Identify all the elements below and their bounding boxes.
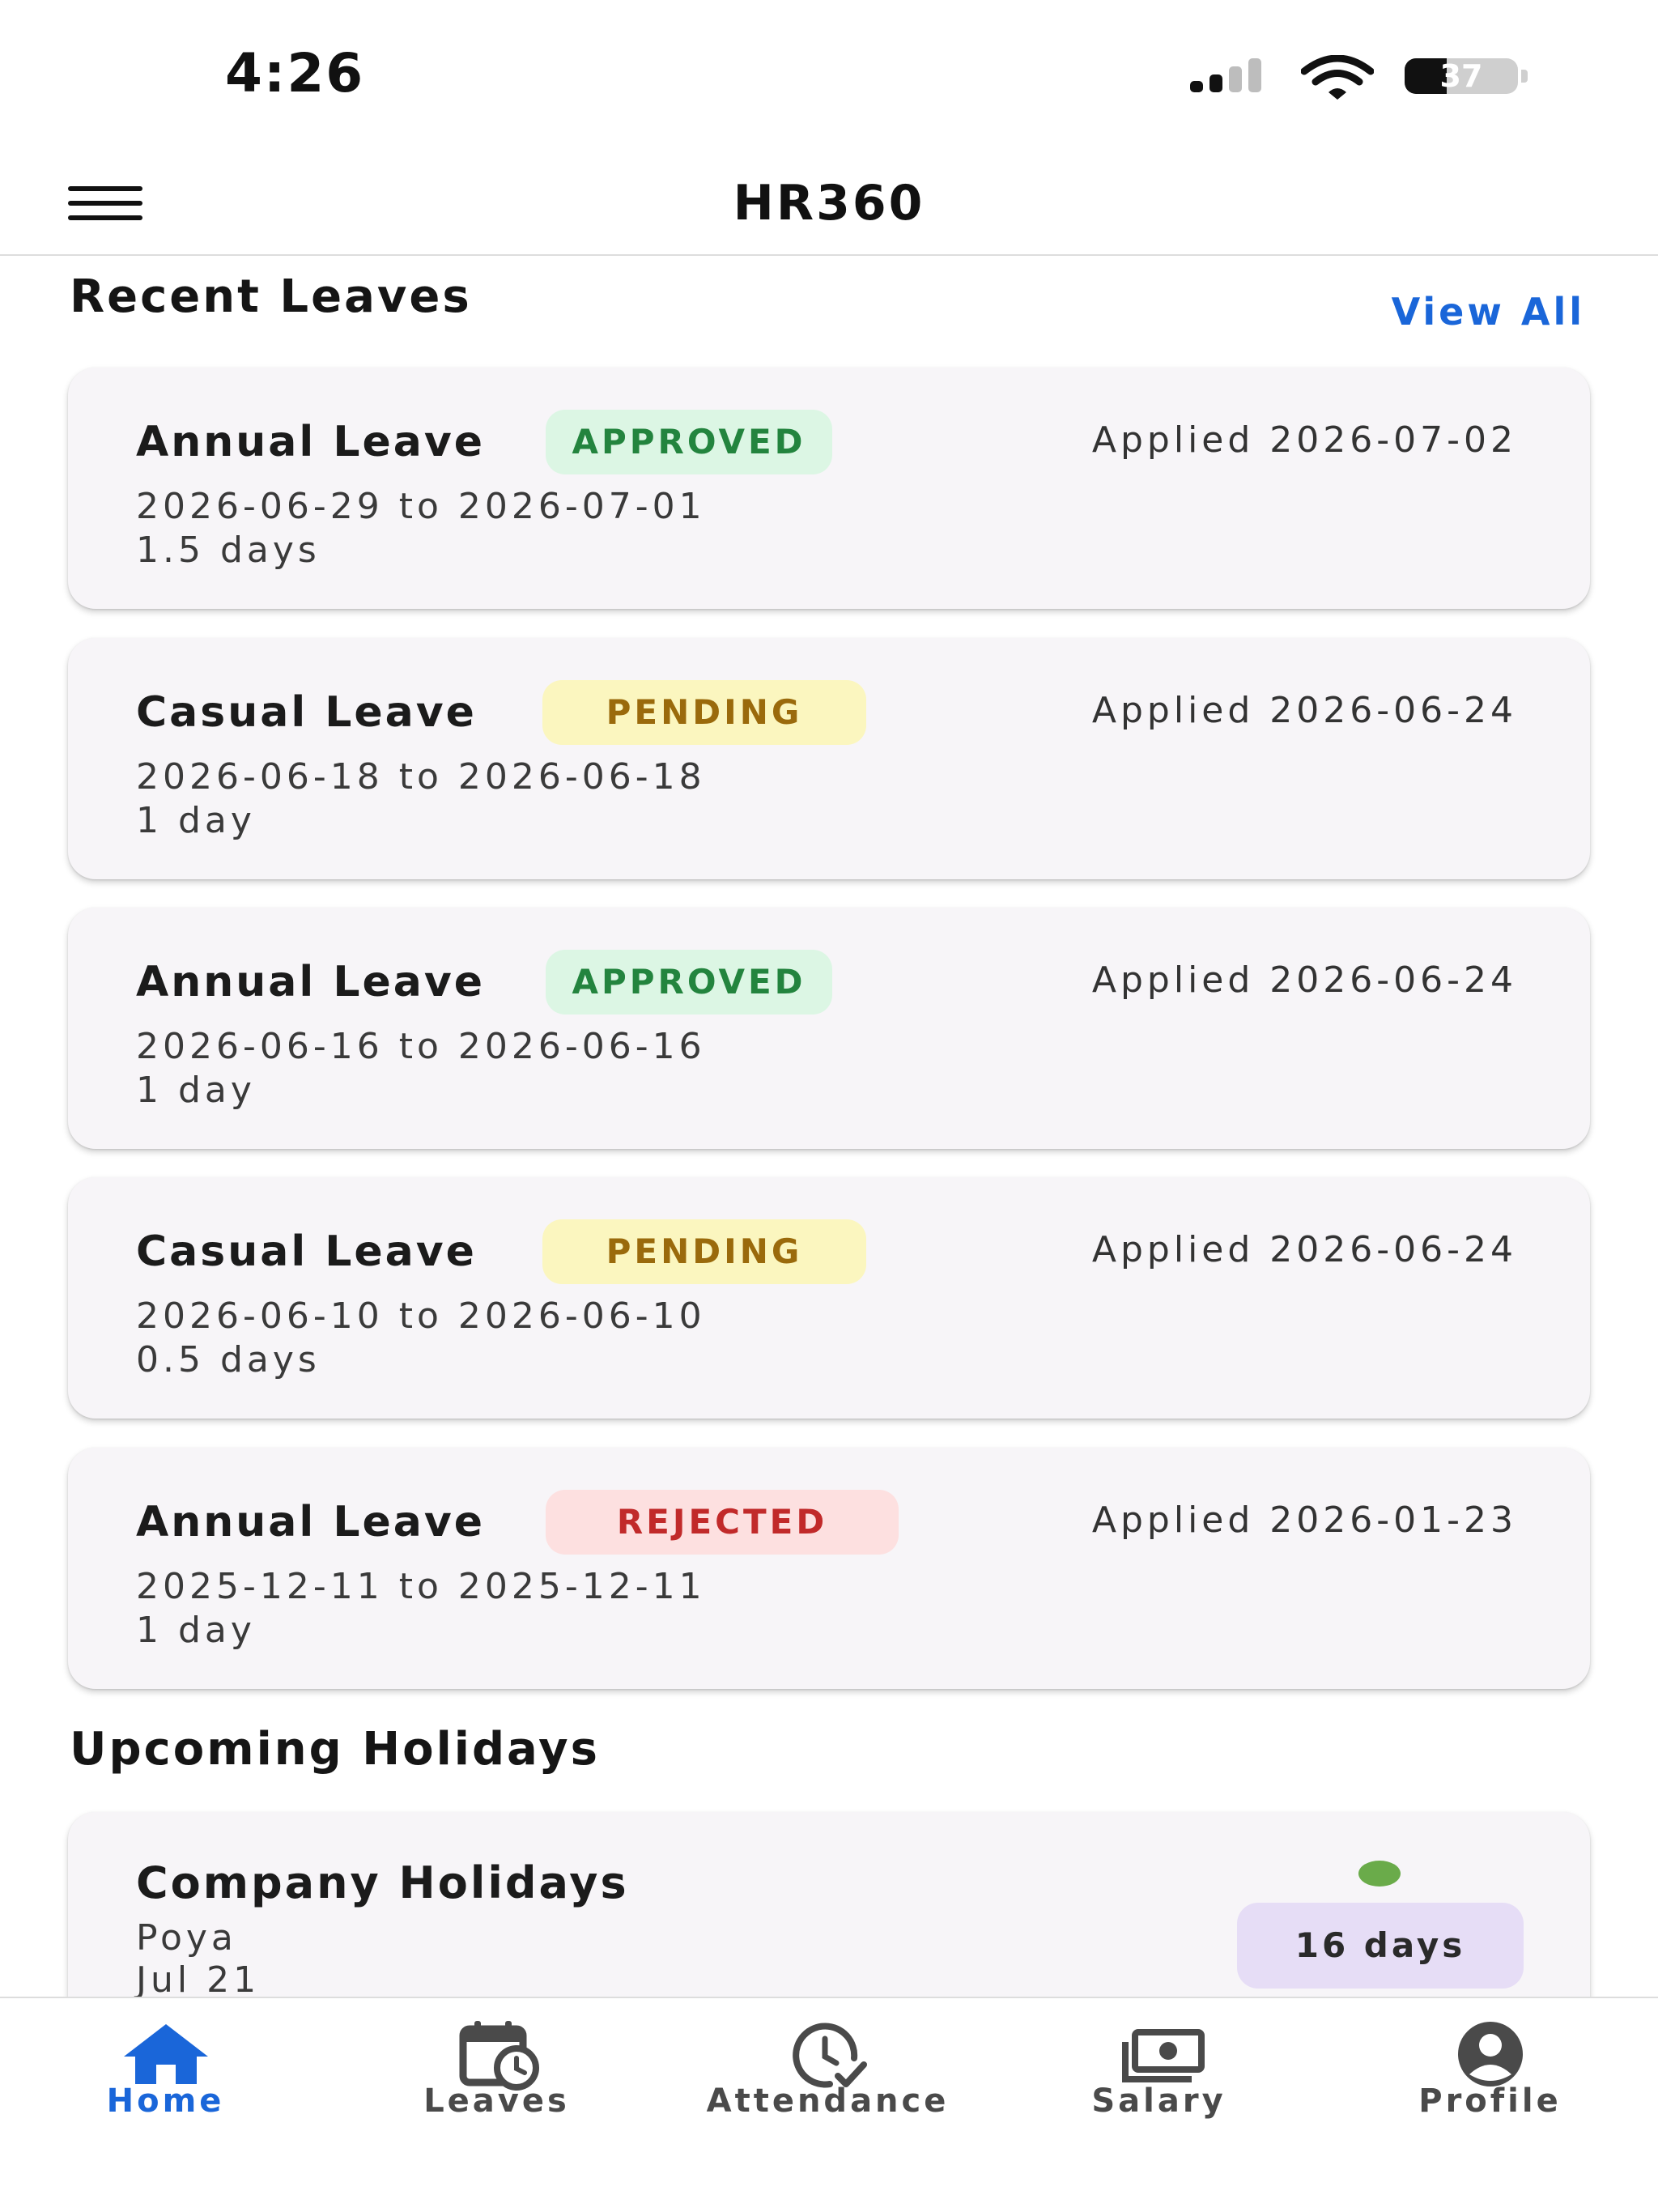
leave-card[interactable]: Annual Leave APPROVED Applied 2026-07-02…: [68, 368, 1590, 609]
leave-date-range: 2026-06-16 to 2026-06-16: [136, 1026, 706, 1067]
leave-date-range: 2026-06-18 to 2026-06-18: [136, 756, 706, 798]
nav-label: Home: [106, 2082, 225, 2120]
leave-date-range: 2025-12-11 to 2025-12-11: [136, 1566, 706, 1607]
leave-card[interactable]: Annual Leave REJECTED Applied 2026-01-23…: [68, 1448, 1590, 1689]
leave-duration: 1 day: [136, 1070, 256, 1111]
nav-item-salary[interactable]: Salary: [993, 1998, 1324, 2212]
days-remaining-badge: 16 days: [1237, 1903, 1524, 1989]
upcoming-holidays-title: Upcoming Holidays: [70, 1723, 600, 1776]
leave-date-range: 2026-06-10 to 2026-06-10: [136, 1295, 706, 1337]
cellular-signal-icon: [1190, 57, 1271, 92]
view-all-link[interactable]: View All: [1392, 290, 1585, 334]
battery-icon: 37: [1405, 58, 1518, 94]
leave-card[interactable]: Casual Leave PENDING Applied 2026-06-24 …: [68, 638, 1590, 879]
leave-card[interactable]: Annual Leave APPROVED Applied 2026-06-24…: [68, 908, 1590, 1149]
leave-card[interactable]: Casual Leave PENDING Applied 2026-06-24 …: [68, 1177, 1590, 1419]
clock-check-icon: [792, 2023, 867, 2088]
hr360-home-screen: 4:26 37 HR360 Recent Leaves View All Ann…: [0, 0, 1658, 2212]
nav-label: Leaves: [423, 2082, 570, 2120]
app-bar: HR360: [0, 146, 1658, 256]
nav-item-leaves[interactable]: Leaves: [331, 1998, 662, 2212]
holiday-card-title: Company Holidays: [136, 1857, 629, 1908]
battery-percent: 37: [1439, 58, 1483, 94]
leave-date-range: 2026-06-29 to 2026-07-01: [136, 486, 706, 527]
leave-type: Annual Leave: [136, 958, 485, 1006]
wifi-icon: [1301, 55, 1374, 100]
home-content[interactable]: Recent Leaves View All Annual Leave APPR…: [0, 256, 1658, 1997]
nav-label: Profile: [1418, 2082, 1562, 2120]
status-bar: 4:26 37: [0, 0, 1658, 146]
leave-type: Casual Leave: [136, 688, 477, 737]
status-badge: REJECTED: [546, 1490, 899, 1555]
applied-date: Applied 2026-01-23: [1091, 1499, 1517, 1541]
status-time: 4:26: [225, 42, 365, 104]
app-title: HR360: [733, 175, 925, 232]
leave-duration: 1 day: [136, 800, 256, 841]
recent-leaves-title: Recent Leaves: [70, 270, 472, 323]
nav-item-home[interactable]: Home: [0, 1998, 331, 2212]
status-badge: PENDING: [542, 680, 866, 745]
nav-label: Attendance: [706, 2082, 950, 2120]
leave-type: Casual Leave: [136, 1227, 477, 1276]
status-badge: APPROVED: [546, 410, 832, 474]
leave-duration: 1 day: [136, 1610, 256, 1651]
holiday-name: Poya: [136, 1917, 237, 1959]
nav-label: Salary: [1091, 2082, 1226, 2120]
leave-type: Annual Leave: [136, 1498, 485, 1546]
battery-tip: [1521, 70, 1528, 83]
calendar-clock-icon: [459, 2021, 539, 2091]
status-badge: PENDING: [542, 1219, 866, 1284]
bottom-navigation: Home Leaves Attendance Salary Profile: [0, 1997, 1658, 2212]
leave-duration: 1.5 days: [136, 530, 321, 571]
applied-date: Applied 2026-06-24: [1091, 690, 1517, 731]
status-dot-icon: [1358, 1861, 1401, 1887]
leave-type: Annual Leave: [136, 418, 485, 466]
status-badge: APPROVED: [546, 950, 832, 1015]
cash-icon: [1121, 2029, 1205, 2082]
nav-item-profile[interactable]: Profile: [1324, 1998, 1656, 2212]
holiday-card[interactable]: Company Holidays Poya Jul 21 16 days: [68, 1812, 1590, 1997]
nav-item-attendance[interactable]: Attendance: [662, 1998, 993, 2212]
applied-date: Applied 2026-07-02: [1091, 419, 1517, 461]
holiday-date: Jul 21: [136, 1959, 261, 1997]
account-circle-icon: [1457, 2022, 1523, 2087]
applied-date: Applied 2026-06-24: [1091, 959, 1517, 1001]
leave-duration: 0.5 days: [136, 1339, 321, 1380]
applied-date: Applied 2026-06-24: [1091, 1229, 1517, 1270]
home-icon: [123, 2024, 208, 2084]
